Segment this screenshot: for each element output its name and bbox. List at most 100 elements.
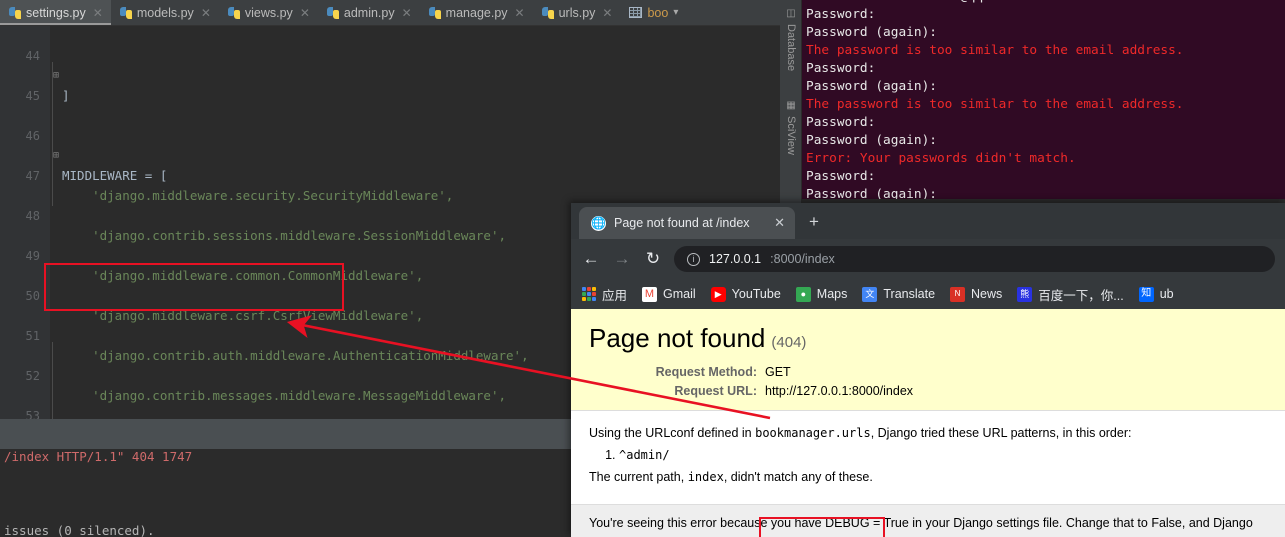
table-row: Request URL: http://127.0.0.1:8000/index — [589, 382, 1285, 401]
terminal-line: Password: — [806, 169, 876, 184]
address-bar[interactable]: i 127.0.0.1:8000/index — [674, 246, 1275, 272]
nomatch-prefix: The current path, — [589, 470, 685, 484]
info-circle-icon[interactable]: i — [687, 252, 700, 266]
editor-tab-manage-py[interactable]: manage.py ✕ — [420, 0, 533, 25]
terminal-line-error: The password is too similar to the email… — [806, 97, 1184, 112]
terminal-line-error: The password is too similar to the email… — [806, 43, 1184, 58]
terminal-line-error: Error: Your passwords didn't match. — [806, 151, 1076, 166]
editor-tab-label: models.py — [136, 5, 194, 20]
bookmark-label: Gmail — [663, 287, 696, 301]
chevron-down-icon[interactable]: ▾ — [673, 7, 678, 18]
python-icon — [119, 6, 132, 19]
editor-tab-label: admin.py — [343, 5, 395, 20]
bookmark-zhihu[interactable]: 知 ub — [1138, 286, 1174, 302]
close-icon[interactable]: ✕ — [300, 6, 310, 20]
editor-tab-models-py[interactable]: models.py ✕ — [111, 0, 219, 25]
close-icon[interactable]: ✕ — [93, 6, 103, 20]
bookmark-label: 百度一下，你... — [1038, 288, 1124, 303]
bookmark-label: News — [971, 287, 1003, 301]
nomatch-suffix: , didn't match any of these. — [723, 470, 873, 484]
console-line-issues: issues (0 silenced). — [4, 523, 155, 537]
page-header: Page not found (404) Request Method: GET … — [571, 309, 1285, 411]
django-404-page: Page not found (404) Request Method: GET … — [571, 309, 1285, 537]
detail-label: Request Method: — [655, 365, 757, 379]
close-icon[interactable]: ✕ — [402, 6, 412, 20]
bookmark-maps[interactable]: ● Maps — [795, 286, 847, 302]
bookmark-apps[interactable]: 应用 — [582, 285, 627, 304]
baidu-icon: 熊 — [1017, 286, 1033, 302]
python-icon — [227, 6, 240, 19]
tool-button-sciview[interactable]: ▦ SciView — [780, 100, 802, 155]
terminal-line: Password (again): — [806, 25, 937, 40]
gmail-icon: M — [642, 286, 658, 302]
close-icon[interactable]: ✕ — [201, 6, 211, 20]
bookmark-baidu[interactable]: 熊 百度一下，你... — [1017, 285, 1124, 304]
tool-label: Database — [785, 24, 797, 72]
line-number: 47 — [25, 169, 40, 183]
plus-icon[interactable]: + — [809, 212, 819, 232]
current-path: index — [687, 470, 724, 484]
bookmark-label: Translate — [883, 287, 936, 301]
code-text: MIDDLEWARE = [ — [62, 168, 168, 183]
terminal-line: Password (again): — [806, 187, 937, 199]
line-number: 49 — [25, 249, 40, 263]
line-number: 51 — [25, 329, 40, 343]
url-pattern-list: ^admin/ — [619, 444, 1285, 466]
editor-tab-urls-py[interactable]: urls.py ✕ — [533, 0, 621, 25]
code-line: 44 ⊞ ] — [0, 26, 780, 103]
editor-tab-admin-py[interactable]: admin.py ✕ — [318, 0, 420, 25]
console-line-request: /index HTTP/1.1" 404 1747 — [4, 449, 193, 464]
editor-tab-settings-py[interactable]: settings.py ✕ — [0, 0, 111, 25]
apps-grid-icon — [582, 287, 596, 301]
python-icon — [326, 6, 339, 19]
close-icon[interactable]: ✕ — [515, 6, 525, 20]
page-main: Using the URLconf defined in bookmanager… — [571, 411, 1285, 496]
editor-tab-boo-table[interactable]: boo ▾ — [620, 0, 686, 25]
line-number: 44 — [25, 49, 40, 63]
grid-icon: ▦ — [785, 100, 797, 111]
reload-icon[interactable]: ↻ — [643, 249, 663, 269]
line-number: 50 — [25, 289, 40, 303]
screen: settings.py ✕ models.py ✕ views.py ✕ adm… — [0, 0, 1285, 537]
status-code: (404) — [771, 334, 807, 351]
debug-explanation: You're seeing this error because you hav… — [571, 504, 1285, 537]
close-icon[interactable]: ✕ — [774, 215, 785, 231]
database-icon: ◫ — [785, 8, 797, 19]
line-number: 48 — [25, 209, 40, 223]
editor-tab-label: urls.py — [558, 5, 596, 20]
page-title-text: Page not found — [589, 323, 766, 353]
tool-button-database[interactable]: ◫ Database — [780, 8, 802, 71]
python-icon — [9, 6, 21, 19]
terminal-line: Password: — [806, 7, 876, 22]
arrow-right-icon[interactable]: → — [612, 249, 632, 269]
bookmark-label: ub — [1159, 287, 1174, 301]
page-title: Page not found (404) — [589, 323, 1285, 354]
translate-icon: 文 — [862, 286, 878, 302]
globe-icon: 🌐 — [591, 215, 606, 231]
request-details-table: Request Method: GET Request URL: http://… — [589, 363, 1285, 401]
detail-value: GET — [765, 365, 791, 379]
urlconf-module-name: bookmanager.urls — [755, 426, 871, 440]
browser-tab[interactable]: 🌐 Page not found at /index ✕ — [579, 207, 795, 239]
bookmarks-bar: 应用 M Gmail ▶ YouTube ● Maps 文 Translate … — [571, 279, 1285, 309]
editor-tab-bar: settings.py ✕ models.py ✕ views.py ✕ adm… — [0, 0, 780, 26]
arrow-left-icon[interactable]: ← — [581, 249, 601, 269]
url-pattern: ^admin/ — [619, 448, 670, 462]
bookmark-label: YouTube — [731, 287, 781, 301]
line-number: 46 — [25, 129, 40, 143]
urlconf-suffix: , Django tried these URL patterns, in th… — [870, 426, 1132, 440]
close-icon[interactable]: ✕ — [602, 6, 612, 20]
bookmark-news[interactable]: N News — [950, 286, 1003, 302]
bookmark-translate[interactable]: 文 Translate — [862, 286, 936, 302]
zhihu-icon: 知 — [1138, 286, 1154, 302]
terminal-line: Password (again): — [806, 79, 937, 94]
bookmark-youtube[interactable]: ▶ YouTube — [710, 286, 781, 302]
urlconf-prefix: Using the URLconf defined in — [589, 426, 752, 440]
editor-tab-views-py[interactable]: views.py ✕ — [219, 0, 318, 25]
bookmark-gmail[interactable]: M Gmail — [642, 286, 696, 302]
terminal-line: Password: — [806, 115, 876, 130]
youtube-icon: ▶ — [710, 286, 726, 302]
browser-toolbar: ← → ↻ i 127.0.0.1:8000/index — [571, 239, 1285, 279]
terminal-panel[interactable]: Email address: admin@qq.com Password: Pa… — [802, 0, 1285, 199]
editor-tab-label: manage.py — [445, 5, 508, 20]
